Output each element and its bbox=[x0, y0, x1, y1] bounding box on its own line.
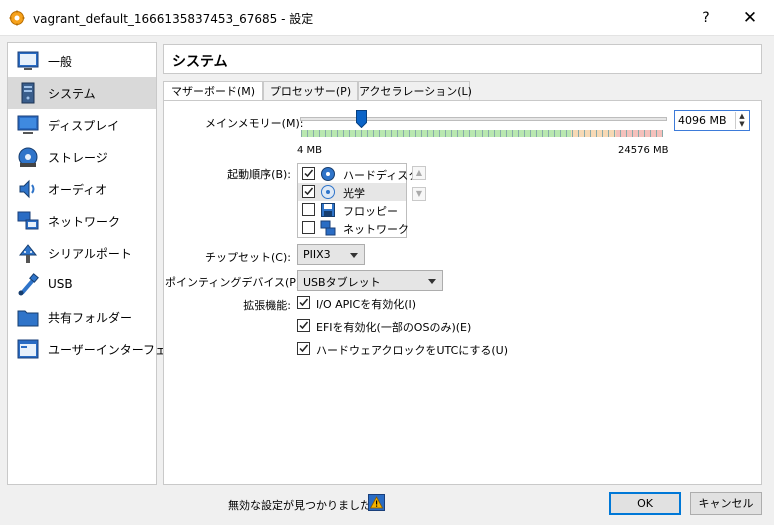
sidebar-item-network[interactable]: ネットワーク bbox=[8, 205, 156, 237]
sidebar-item-audio[interactable]: オーディオ bbox=[8, 173, 156, 205]
sidebar-item-usb[interactable]: USB bbox=[8, 269, 156, 301]
chipset-label: チップセット(C): bbox=[205, 251, 291, 264]
chevron-down-icon bbox=[350, 253, 358, 258]
boot-checkbox-floppy[interactable] bbox=[302, 203, 315, 216]
shared-folder-icon bbox=[17, 310, 39, 327]
move-down-button[interactable]: ▼ bbox=[412, 187, 426, 201]
sidebar-item-label: システム bbox=[48, 87, 96, 101]
section-title: システム bbox=[172, 54, 228, 70]
ok-button[interactable]: OK bbox=[609, 492, 681, 515]
storage-icon bbox=[18, 147, 38, 167]
tab-acceleration[interactable]: アクセラレーション(L) bbox=[358, 81, 472, 101]
close-button[interactable]: ✕ bbox=[734, 4, 766, 32]
boot-checkbox-hard-disk[interactable] bbox=[302, 167, 315, 180]
network-boot-icon bbox=[320, 220, 336, 236]
system-icon bbox=[21, 82, 35, 104]
slider-tick-marks bbox=[301, 130, 663, 137]
virtualbox-settings-icon bbox=[9, 10, 25, 26]
memory-slider-thumb[interactable] bbox=[355, 110, 367, 128]
efi-checkbox[interactable] bbox=[297, 319, 310, 332]
usb-icon bbox=[18, 273, 39, 296]
tab-motherboard[interactable]: マザーボード(M) bbox=[163, 81, 263, 102]
boot-order-list: ハードディスク 光学 フロッピー ネットワーク bbox=[297, 163, 419, 238]
spin-down-icon[interactable]: ▼ bbox=[736, 120, 748, 128]
boot-item-floppy[interactable]: フロッピー bbox=[298, 201, 406, 219]
utc-clock-option[interactable]: ハードウェアクロックをUTCにする(U) bbox=[297, 341, 508, 357]
sidebar-item-general[interactable]: 一般 bbox=[8, 45, 156, 77]
settings-sidebar: 一般 システム ディスプレイ ストレージ オーディオ ネットワーク シリアルポー… bbox=[7, 42, 190, 485]
settings-panel bbox=[163, 100, 762, 485]
window-title: vagrant_default_1666135837453_67685 - 設定 bbox=[33, 12, 314, 26]
title-bar: vagrant_default_1666135837453_67685 - 設定… bbox=[0, 0, 774, 36]
sidebar-item-label: シリアルポート bbox=[48, 247, 132, 261]
move-up-button[interactable]: ▲ bbox=[412, 166, 426, 180]
boot-item-label: フロッピー bbox=[343, 205, 398, 218]
sidebar-item-shared-folder[interactable]: 共有フォルダー bbox=[8, 301, 156, 333]
user-interface-icon bbox=[17, 339, 39, 359]
io-apic-label: I/O APICを有効化(I) bbox=[316, 298, 417, 311]
chevron-down-icon bbox=[428, 279, 436, 284]
extended-features-label: 拡張機能: bbox=[243, 299, 291, 312]
boot-checkbox-optical[interactable] bbox=[302, 185, 315, 198]
boot-item-optical[interactable]: 光学 bbox=[298, 183, 406, 201]
spin-arrows[interactable]: ▲ ▼ bbox=[735, 112, 748, 129]
display-icon bbox=[17, 115, 39, 134]
sidebar-item-display[interactable]: ディスプレイ bbox=[8, 109, 156, 141]
optical-disc-icon bbox=[321, 185, 335, 199]
io-apic-option[interactable]: I/O APICを有効化(I) bbox=[297, 295, 457, 311]
sidebar-item-label: 一般 bbox=[48, 55, 73, 69]
spin-up-icon[interactable]: ▲ bbox=[736, 112, 748, 120]
sidebar-item-label: ストレージ bbox=[48, 151, 108, 165]
memory-spinbox[interactable]: 4096 MB ▲ ▼ bbox=[674, 110, 750, 131]
chipset-value: PIIX3 bbox=[303, 248, 331, 261]
memory-max-label: 24576 MB bbox=[618, 145, 669, 156]
invalid-settings-message: 無効な設定が見つかりました bbox=[228, 499, 371, 512]
help-button[interactable]: ? bbox=[692, 4, 720, 32]
memory-min-label: 4 MB bbox=[297, 145, 323, 156]
efi-option[interactable]: EFIを有効化(一部のOSのみ)(E) bbox=[297, 318, 497, 334]
sidebar-item-system[interactable]: システム bbox=[8, 77, 156, 109]
sidebar-item-label: オーディオ bbox=[48, 183, 108, 197]
sidebar-item-label: USB bbox=[48, 277, 73, 291]
sidebar-item-user-interface[interactable]: ユーザーインターフェース bbox=[8, 333, 190, 365]
cancel-button[interactable]: キャンセル bbox=[690, 492, 762, 515]
pointing-device-label: ポインティングデバイス(P): bbox=[165, 276, 304, 289]
boot-item-label: 光学 bbox=[343, 187, 365, 200]
network-icon bbox=[17, 211, 39, 230]
efi-label: EFIを有効化(一部のOSのみ)(E) bbox=[316, 321, 472, 334]
memory-value: 4096 MB bbox=[678, 114, 727, 127]
boot-item-label: ネットワーク bbox=[343, 223, 409, 236]
boot-order-label: 起動順序(B): bbox=[227, 168, 291, 181]
boot-item-label: ハードディスク bbox=[343, 169, 420, 182]
hard-disk-icon bbox=[321, 167, 335, 181]
pointing-device-value: USBタブレット bbox=[303, 276, 381, 289]
utc-clock-checkbox[interactable] bbox=[297, 342, 310, 355]
sidebar-item-serial-port[interactable]: シリアルポート bbox=[8, 237, 156, 269]
general-icon bbox=[17, 51, 39, 70]
boot-item-hard-disk[interactable]: ハードディスク bbox=[298, 165, 419, 183]
sidebar-item-label: ネットワーク bbox=[48, 215, 121, 229]
boot-item-network[interactable]: ネットワーク bbox=[298, 219, 409, 237]
audio-icon bbox=[19, 179, 35, 199]
memory-label: メインメモリー(M): bbox=[205, 117, 304, 130]
boot-checkbox-network[interactable] bbox=[302, 221, 315, 234]
sidebar-item-storage[interactable]: ストレージ bbox=[8, 141, 156, 173]
tab-processor[interactable]: プロセッサー(P) bbox=[263, 81, 358, 101]
utc-clock-label: ハードウェアクロックをUTCにする(U) bbox=[316, 344, 508, 357]
sidebar-item-label: 共有フォルダー bbox=[48, 311, 133, 325]
io-apic-checkbox[interactable] bbox=[297, 296, 310, 309]
floppy-icon bbox=[321, 203, 335, 217]
sidebar-item-label: ディスプレイ bbox=[48, 119, 120, 133]
warning-icon[interactable] bbox=[368, 494, 385, 511]
serial-port-icon bbox=[18, 244, 38, 263]
chipset-select[interactable]: PIIX3 bbox=[297, 244, 365, 265]
section-header: システム bbox=[163, 44, 762, 74]
pointing-device-select[interactable]: USBタブレット bbox=[297, 270, 443, 291]
